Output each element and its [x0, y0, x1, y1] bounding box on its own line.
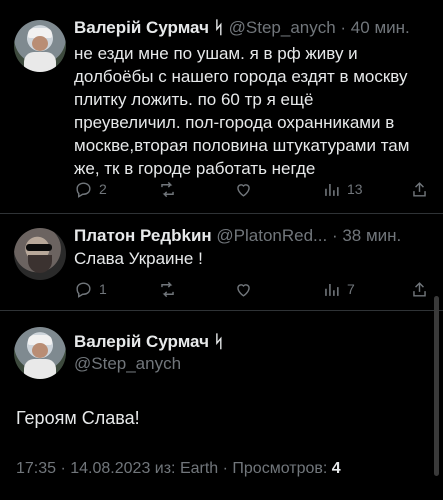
tweet-meta: 17:35 · 14.08.2023 из: Earth · Просмотро… [16, 460, 341, 478]
tweet-text-line: долбоёбы с нашего города ездят в москву [74, 67, 408, 86]
tweet-header: Валерій Сурмач ᛋ @Step_anych · 40 мин. [74, 17, 410, 39]
tweet-text-line: москве,вторая половина штукатурами там [74, 136, 410, 155]
like-button[interactable] [234, 177, 253, 201]
avatar-beard [28, 255, 52, 273]
share-icon [413, 281, 426, 297]
views-icon [325, 283, 339, 296]
tweet-text: не езди мне по ушам. я в рф живу и долбо… [74, 42, 409, 180]
retweet-button[interactable] [158, 277, 177, 301]
author-name-row: Валерій Сурмач ᛋ [74, 331, 224, 353]
reply-icon [76, 181, 91, 198]
avatar-face [32, 343, 48, 358]
like-icon [237, 183, 250, 197]
badge-icon: ᛋ [213, 332, 224, 351]
scrollbar[interactable] [434, 296, 439, 476]
avatar[interactable] [14, 327, 66, 379]
avatar-shirt [24, 359, 56, 379]
views-count[interactable]: 4 [332, 460, 341, 477]
action-bar: 2 13 [74, 177, 434, 201]
avatar[interactable] [14, 228, 66, 280]
views-button[interactable]: 7 [322, 277, 355, 301]
like-icon [237, 283, 250, 297]
tweet-text: Слава Украине ! [74, 249, 203, 268]
timestamp[interactable]: · 38 мин. [332, 226, 401, 245]
timestamp[interactable]: · 40 мин. [340, 18, 409, 37]
tweet-2[interactable]: Платон Редbkин @PlatonRed... · 38 мин. С… [0, 214, 443, 310]
author-name[interactable]: Валерій Сурмач [74, 18, 209, 37]
tweet-text-line: плитку ложить. по 60 тр я ещё [74, 90, 314, 109]
tweet-1[interactable]: Валерій Сурмач ᛋ @Step_anych · 40 мин. н… [0, 0, 443, 212]
avatar-shirt [24, 52, 56, 72]
author-handle[interactable]: @Step_anych [74, 354, 181, 373]
retweet-icon [161, 181, 174, 197]
action-bar: 1 7 [74, 277, 434, 301]
tweet-text-line: преувеличил. пол-города охранниками в [74, 113, 395, 132]
tweet-header: Платон Редbkин @PlatonRed... · 38 мин. [74, 225, 401, 247]
reply-count: 1 [99, 281, 107, 297]
tweet-text: Героям Слава! [16, 408, 140, 428]
views-button[interactable]: 13 [322, 177, 363, 201]
avatar-face [32, 36, 48, 51]
reply-button[interactable]: 1 [74, 277, 107, 301]
views-icon [325, 183, 339, 196]
tweet-meta-text: 17:35 · 14.08.2023 из: Earth · Просмотро… [16, 460, 332, 477]
tweet-text-line: не езди мне по ушам. я в рф живу и [74, 44, 358, 63]
views-count: 13 [347, 181, 363, 197]
like-button[interactable] [234, 277, 253, 301]
avatar[interactable] [14, 20, 66, 72]
author-handle[interactable]: @PlatonRed... [216, 226, 327, 245]
views-count: 7 [347, 281, 355, 297]
share-icon [413, 181, 426, 197]
retweet-icon [161, 281, 174, 297]
author-name[interactable]: Валерій Сурмач [74, 332, 209, 351]
reply-count: 2 [99, 181, 107, 197]
avatar-glasses [26, 244, 52, 251]
author-handle[interactable]: @Step_anych [229, 18, 336, 37]
share-button[interactable] [410, 177, 429, 201]
retweet-button[interactable] [158, 177, 177, 201]
reply-button[interactable]: 2 [74, 177, 107, 201]
author-handle-row: @Step_anych [74, 353, 181, 375]
badge-icon: ᛋ [213, 18, 224, 37]
reply-icon [76, 281, 91, 298]
author-name[interactable]: Платон Редbkин [74, 226, 212, 245]
share-button[interactable] [410, 277, 429, 301]
